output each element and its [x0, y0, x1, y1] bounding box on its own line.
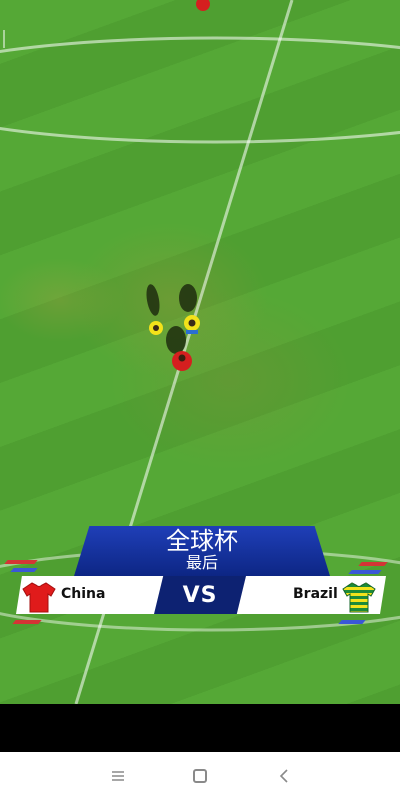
home-icon[interactable]	[188, 764, 212, 788]
player-red-top	[196, 0, 210, 11]
menu-icon[interactable]	[106, 764, 130, 788]
vs-label: VS	[182, 582, 218, 608]
away-team-name: Brazil	[293, 586, 338, 602]
system-navigation-bar	[0, 752, 400, 800]
back-icon[interactable]	[272, 764, 296, 788]
home-team-name: China	[61, 586, 106, 602]
china-jersey-icon	[22, 582, 56, 613]
round-label: 最后	[185, 553, 218, 572]
brazil-jersey-icon	[342, 582, 376, 613]
player-red-1	[172, 351, 192, 371]
bottom-black-bar	[0, 704, 400, 752]
match-banner: 全球杯 最后 VS China Brazil	[0, 526, 400, 624]
player-yellow-1	[149, 321, 163, 335]
vs-panel: VS	[154, 576, 246, 614]
player-yellow-2	[184, 315, 200, 334]
